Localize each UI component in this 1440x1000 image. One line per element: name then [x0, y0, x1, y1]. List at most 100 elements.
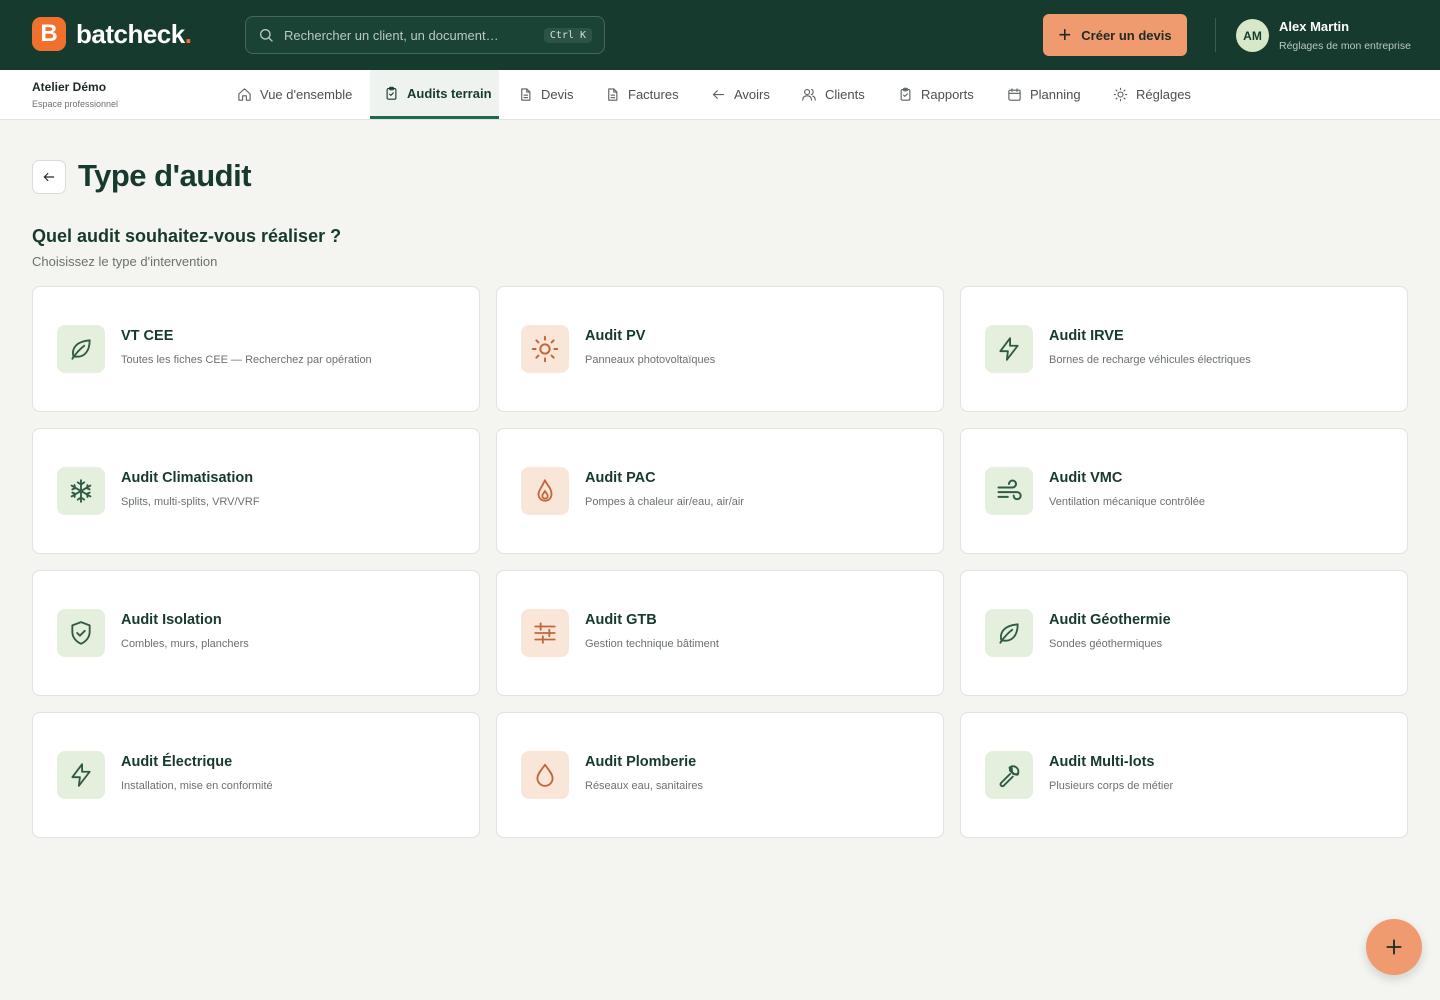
droplet-icon [536, 763, 554, 787]
nav-label: Devis [541, 87, 574, 102]
audit-card-vt-cee[interactable]: VT CEE Toutes les fiches CEE — Recherche… [32, 286, 480, 412]
nav-item-overview[interactable]: Vue d'ensemble [237, 70, 352, 119]
card-title: Audit GTB [585, 612, 657, 628]
card-description: Pompes à chaleur air/eau, air/air [585, 496, 744, 508]
lightning-icon [71, 763, 91, 787]
section-subtitle: Choisissez le type d'intervention [32, 254, 218, 269]
wind-icon [997, 479, 1022, 501]
nav-label: Clients [825, 87, 865, 102]
clipboard-icon [900, 87, 911, 101]
brand-name: batcheck. [76, 18, 192, 49]
nav-item-credit-notes[interactable]: Avoirs [711, 70, 770, 119]
card-description: Panneaux photovoltaïques [585, 354, 716, 366]
section-title: Quel audit souhaitez-vous réaliser ? [32, 226, 342, 246]
card-title: Audit Isolation [121, 612, 222, 628]
card-icon-box [521, 751, 569, 799]
create-quote-button[interactable]: + Créer un devis [1043, 14, 1187, 56]
audit-card-climatisation[interactable]: Audit Climatisation Splits, multi-splits… [32, 428, 480, 554]
sliders-icon [534, 622, 556, 644]
nav-label: Factures [628, 87, 679, 102]
floating-add-button[interactable] [1366, 919, 1422, 975]
brand-logo[interactable]: B batcheck. [32, 17, 192, 51]
card-title: Audit Électrique [121, 754, 233, 770]
home-icon [238, 88, 251, 101]
sun-gear-icon [1113, 87, 1128, 102]
arrow-left-icon [43, 172, 55, 182]
card-icon-box [521, 325, 569, 373]
nav-item-field-audits[interactable]: Audits terrain [370, 70, 499, 119]
arrow-left-icon [712, 90, 725, 99]
wrench-icon [999, 765, 1020, 788]
audit-card-gtb[interactable]: Audit GTB Gestion technique bâtiment [496, 570, 944, 696]
audit-card-pac[interactable]: Audit PAC Pompes à chaleur air/eau, air/… [496, 428, 944, 554]
document-icon [608, 88, 618, 101]
nav-item-planning[interactable]: Planning [1007, 70, 1081, 119]
card-icon-box [985, 467, 1033, 515]
search-icon [260, 29, 273, 42]
search-shortcut: Ctrl K [543, 27, 592, 43]
nav-label: Planning [1030, 87, 1081, 102]
card-title: Audit Climatisation [121, 470, 254, 486]
card-title: Audit VMC [1049, 470, 1123, 486]
card-icon-box [985, 325, 1033, 373]
logo-mark: B [32, 17, 66, 51]
card-title: Audit Géothermie [1049, 612, 1171, 628]
users-icon [802, 88, 816, 101]
shield-check-icon [71, 621, 91, 645]
nav-label: Réglages [1136, 87, 1191, 102]
audit-card-multi-lots[interactable]: Audit Multi-lots Plusieurs corps de méti… [960, 712, 1408, 838]
main-nav: Atelier Démo Espace professionnel Vue d'… [0, 70, 1440, 120]
nav-item-settings[interactable]: Réglages [1113, 70, 1191, 119]
card-description: Ventilation mécanique contrôlée [1049, 496, 1205, 508]
snowflake-icon [70, 479, 92, 503]
card-description: Installation, mise en conformité [121, 780, 273, 792]
nav-item-quotes[interactable]: Devis [518, 70, 574, 119]
card-description: Sondes géothermiques [1049, 638, 1163, 650]
header-divider [1215, 18, 1216, 52]
lightning-icon [999, 337, 1019, 361]
card-icon-box [521, 609, 569, 657]
search-input[interactable]: Rechercher un client, un document… Ctrl … [245, 16, 605, 54]
back-button[interactable] [32, 160, 66, 194]
card-description: Gestion technique bâtiment [585, 638, 719, 650]
card-title: VT CEE [121, 328, 174, 344]
card-description: Réseaux eau, sanitaires [585, 780, 704, 792]
sun-icon [531, 335, 559, 363]
workspace-subtitle: Espace professionnel [32, 99, 119, 109]
card-title: Audit PAC [585, 470, 656, 486]
card-icon-box [57, 325, 105, 373]
audit-card-electrique[interactable]: Audit Électrique Installation, mise en c… [32, 712, 480, 838]
audit-card-isolation[interactable]: Audit Isolation Combles, murs, planchers [32, 570, 480, 696]
card-title: Audit Multi-lots [1049, 754, 1155, 770]
audit-card-plomberie[interactable]: Audit Plomberie Réseaux eau, sanitaires [496, 712, 944, 838]
nav-label: Vue d'ensemble [260, 87, 353, 102]
user-name[interactable]: Alex Martin [1279, 19, 1349, 34]
plus-icon: + [1058, 22, 1072, 47]
workspace-name: Atelier Démo [32, 80, 107, 94]
nav-label: Rapports [921, 87, 974, 102]
card-icon-box [57, 751, 105, 799]
card-description: Toutes les fiches CEE — Recherchez par o… [121, 354, 372, 366]
audit-card-pv[interactable]: Audit PV Panneaux photovoltaïques [496, 286, 944, 412]
nav-item-invoices[interactable]: Factures [605, 70, 679, 119]
card-icon-box [985, 751, 1033, 799]
plus-icon [1386, 939, 1402, 955]
nav-item-reports[interactable]: Rapports [898, 70, 974, 119]
calendar-icon [1008, 88, 1021, 101]
card-icon-box [57, 467, 105, 515]
search-placeholder: Rechercher un client, un document… [284, 27, 499, 43]
audit-card-geothermie[interactable]: Audit Géothermie Sondes géothermiques [960, 570, 1408, 696]
page-title: Type d'audit [78, 158, 252, 193]
top-bar: B batcheck. Rechercher un client, un doc… [0, 0, 1440, 70]
company-settings-link[interactable]: Réglages de mon entreprise [1279, 40, 1411, 52]
audit-card-vmc[interactable]: Audit VMC Ventilation mécanique contrôlé… [960, 428, 1408, 554]
card-icon-box [985, 609, 1033, 657]
card-title: Audit Plomberie [585, 754, 697, 770]
nav-item-clients[interactable]: Clients [801, 70, 865, 119]
card-title: Audit IRVE [1049, 328, 1124, 344]
card-icon-box [57, 609, 105, 657]
avatar[interactable]: AM [1236, 19, 1269, 52]
card-description: Combles, murs, planchers [121, 638, 249, 650]
audit-card-irve[interactable]: Audit IRVE Bornes de recharge véhicules … [960, 286, 1408, 412]
card-title: Audit PV [585, 328, 646, 344]
